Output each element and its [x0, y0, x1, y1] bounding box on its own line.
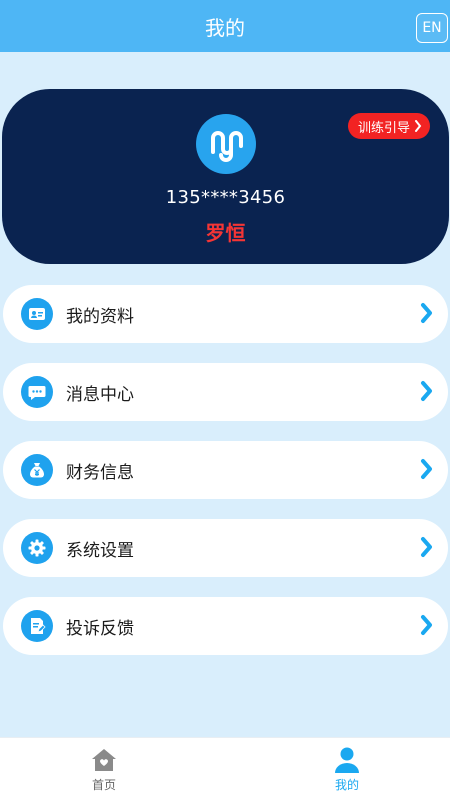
page-title: 我的: [205, 15, 245, 40]
menu-item-label: 系统设置: [66, 540, 134, 561]
user-name: 罗恒: [205, 221, 246, 245]
person-icon: [335, 747, 359, 773]
chat-bubble-icon: [21, 376, 53, 408]
menu-item-system-settings[interactable]: 系统设置: [3, 519, 448, 577]
home-icon: [92, 749, 116, 771]
menu-item-label: 消息中心: [66, 384, 134, 405]
tab-home[interactable]: 首页: [74, 746, 134, 793]
menu-item-label: 我的资料: [66, 306, 134, 327]
language-toggle-button[interactable]: EN: [416, 13, 448, 43]
tab-label: 首页: [91, 778, 116, 792]
money-bag-icon: [21, 454, 53, 486]
menu-item-label: 财务信息: [66, 462, 134, 483]
phone-number: 135****3456: [165, 187, 286, 208]
chevron-right-icon: [421, 381, 432, 401]
tab-mine[interactable]: 我的: [317, 746, 377, 793]
avatar[interactable]: [196, 114, 256, 174]
profile-card: 训练引导 135****3456 罗恒: [2, 89, 449, 264]
tab-label: 我的: [334, 778, 359, 792]
chevron-right-icon: [415, 120, 422, 132]
top-bar: 我的 EN: [0, 0, 450, 52]
menu-item-my-profile[interactable]: 我的资料: [3, 285, 448, 343]
menu-item-finance-info[interactable]: 财务信息: [3, 441, 448, 499]
feedback-doc-icon: [21, 610, 53, 642]
training-guide-label: 训练引导: [357, 120, 410, 136]
bottom-tab-bar: 首页 我的: [0, 737, 450, 800]
app-logo-icon: [211, 131, 243, 162]
gear-icon: [21, 532, 53, 564]
menu-item-complaint-feedback[interactable]: 投诉反馈: [3, 597, 448, 655]
chevron-right-icon: [421, 303, 432, 323]
chevron-right-icon: [421, 615, 432, 635]
training-guide-button[interactable]: 训练引导: [347, 113, 430, 139]
menu-item-message-center[interactable]: 消息中心: [3, 363, 448, 421]
id-card-icon: [21, 298, 53, 330]
menu-item-label: 投诉反馈: [66, 618, 134, 639]
chevron-right-icon: [421, 459, 432, 479]
chevron-right-icon: [421, 537, 432, 557]
